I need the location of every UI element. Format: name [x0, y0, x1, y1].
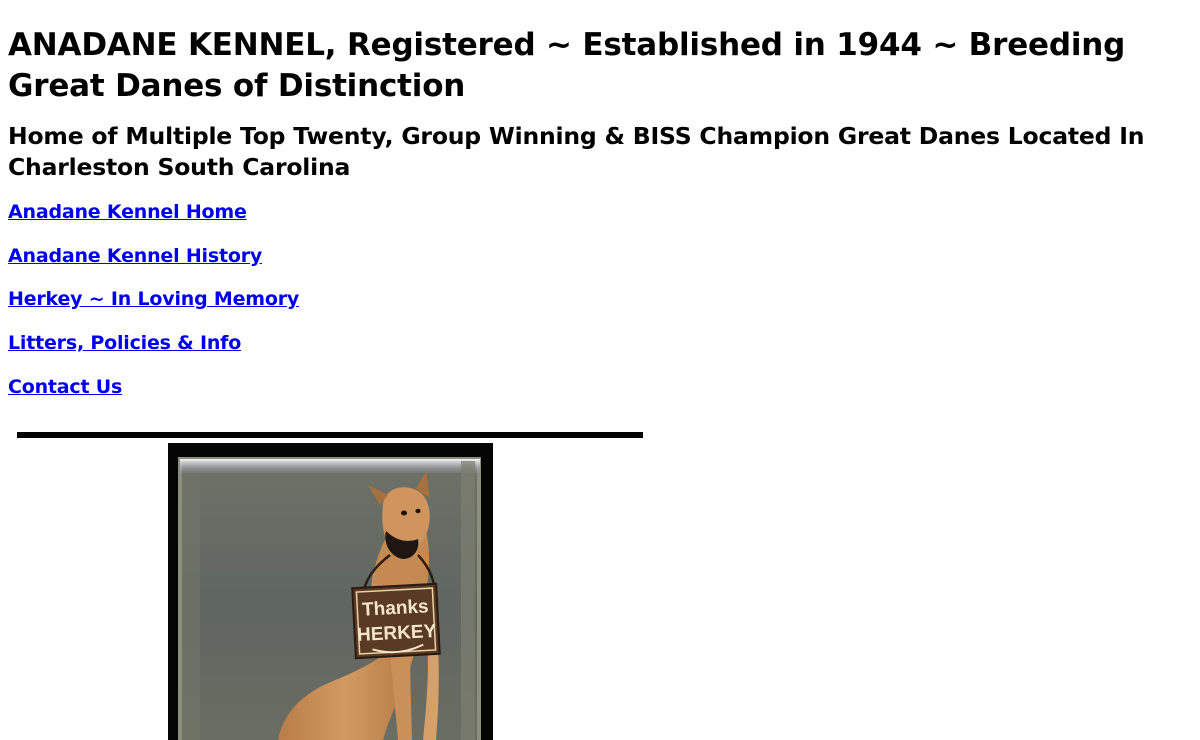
- horizontal-rule: [17, 432, 643, 438]
- nav-link-home[interactable]: Anadane Kennel Home: [8, 200, 247, 224]
- sign-text-herkey: HERKEY: [357, 621, 437, 646]
- herkey-memorial-photo: Thanks HERKEY: [168, 443, 493, 740]
- nav-link-herkey-memory[interactable]: Herkey ~ In Loving Memory: [8, 287, 299, 311]
- nav-link-contact[interactable]: Contact Us: [8, 375, 122, 399]
- sign-text-thanks: Thanks: [362, 596, 430, 620]
- thanks-herkey-sign: Thanks HERKEY: [351, 582, 441, 660]
- nav-link-history[interactable]: Anadane Kennel History: [8, 244, 262, 268]
- main-nav: Anadane Kennel Home Anadane Kennel Histo…: [8, 200, 1188, 399]
- page-subtitle: Home of Multiple Top Twenty, Group Winni…: [8, 122, 1145, 181]
- nav-link-litters-policies[interactable]: Litters, Policies & Info: [8, 331, 241, 355]
- page-title: ANADANE KENNEL, Registered ~ Established…: [8, 27, 1126, 104]
- page-content: ANADANE KENNEL, Registered ~ Established…: [8, 0, 1188, 418]
